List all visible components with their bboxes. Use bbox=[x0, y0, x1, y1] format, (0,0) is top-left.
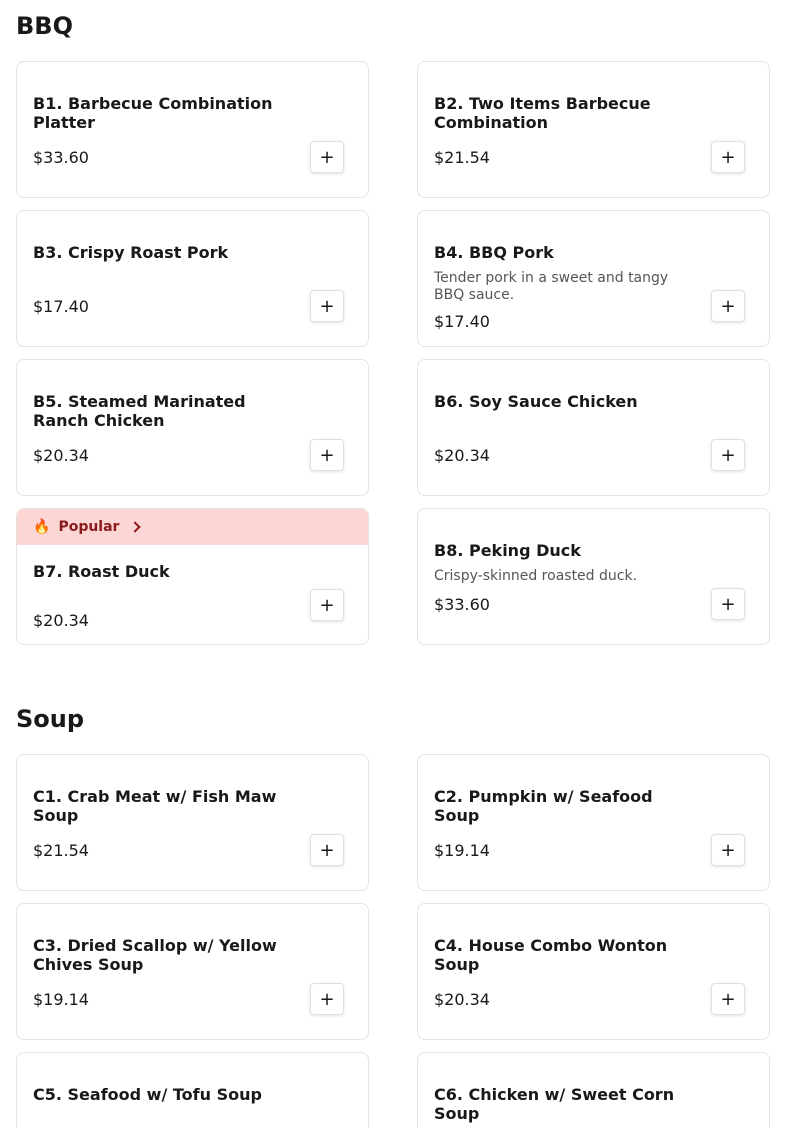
item-price: $20.34 bbox=[434, 446, 490, 465]
item-price: $19.14 bbox=[434, 841, 490, 860]
menu-item-card[interactable]: B6. Soy Sauce Chicken $20.34 + bbox=[417, 359, 770, 496]
add-item-button[interactable]: + bbox=[711, 834, 745, 866]
item-price: $19.14 bbox=[33, 990, 89, 1009]
add-item-button[interactable]: + bbox=[711, 141, 745, 173]
menu-item-card[interactable]: B5. Steamed Marinated Ranch Chicken $20.… bbox=[16, 359, 369, 496]
menu-item-card[interactable]: C6. Chicken w/ Sweet Corn Soup bbox=[417, 1052, 770, 1128]
add-item-button[interactable]: + bbox=[310, 983, 344, 1015]
item-price: $21.54 bbox=[434, 148, 490, 167]
item-description: Tender pork in a sweet and tangy BBQ sau… bbox=[434, 270, 669, 303]
item-price: $17.40 bbox=[434, 312, 490, 331]
menu-item-card[interactable]: B2. Two Items Barbecue Combination $21.5… bbox=[417, 61, 770, 198]
item-price: $17.40 bbox=[33, 297, 89, 316]
menu-item-card[interactable]: C2. Pumpkin w/ Seafood Soup $19.14 + bbox=[417, 754, 770, 891]
soup-section-title: Soup bbox=[16, 705, 85, 733]
item-price: $21.54 bbox=[33, 841, 89, 860]
item-name: B7. Roast Duck bbox=[33, 562, 170, 581]
item-price: $33.60 bbox=[434, 595, 490, 614]
add-item-button[interactable]: + bbox=[711, 439, 745, 471]
add-item-button[interactable]: + bbox=[310, 290, 344, 322]
menu-item-card[interactable]: C3. Dried Scallop w/ Yellow Chives Soup … bbox=[16, 903, 369, 1040]
add-item-button[interactable]: + bbox=[711, 588, 745, 620]
item-name: C2. Pumpkin w/ Seafood Soup bbox=[434, 787, 653, 825]
bbq-section-title: BBQ bbox=[16, 12, 73, 40]
item-name: B3. Crispy Roast Pork bbox=[33, 243, 229, 262]
item-description: Crispy-skinned roasted duck. bbox=[434, 568, 638, 584]
item-name: B5. Steamed Marinated Ranch Chicken bbox=[33, 392, 246, 430]
add-item-button[interactable]: + bbox=[711, 290, 745, 322]
menu-item-card[interactable]: C4. House Combo Wonton Soup $20.34 + bbox=[417, 903, 770, 1040]
item-name: C6. Chicken w/ Sweet Corn Soup bbox=[434, 1085, 675, 1123]
item-price: $20.34 bbox=[434, 990, 490, 1009]
item-name: B4. BBQ Pork bbox=[434, 243, 554, 262]
item-name: C5. Seafood w/ Tofu Soup bbox=[33, 1085, 262, 1104]
item-name: C1. Crab Meat w/ Fish Maw Soup bbox=[33, 787, 277, 825]
add-item-button[interactable]: + bbox=[310, 439, 344, 471]
item-name: B2. Two Items Barbecue Combination bbox=[434, 94, 651, 132]
add-item-button[interactable]: + bbox=[310, 589, 344, 621]
item-price: $20.34 bbox=[33, 611, 89, 630]
menu-item-card[interactable]: C5. Seafood w/ Tofu Soup bbox=[16, 1052, 369, 1128]
menu-item-card[interactable]: B4. BBQ Pork Tender pork in a sweet and … bbox=[417, 210, 770, 347]
menu-item-card[interactable]: B8. Peking Duck Crispy-skinned roasted d… bbox=[417, 508, 770, 645]
item-price: $20.34 bbox=[33, 446, 89, 465]
item-name: B8. Peking Duck bbox=[434, 541, 581, 560]
add-item-button[interactable]: + bbox=[711, 983, 745, 1015]
add-item-button[interactable]: + bbox=[310, 834, 344, 866]
add-item-button[interactable]: + bbox=[310, 141, 344, 173]
menu-item-card[interactable]: B3. Crispy Roast Pork $17.40 + bbox=[16, 210, 369, 347]
item-name: B6. Soy Sauce Chicken bbox=[434, 392, 638, 411]
item-name: C4. House Combo Wonton Soup bbox=[434, 936, 668, 974]
item-name: B1. Barbecue Combination Platter bbox=[33, 94, 273, 132]
item-name: C3. Dried Scallop w/ Yellow Chives Soup bbox=[33, 936, 277, 974]
menu-item-card[interactable]: B1. Barbecue Combination Platter $33.60 … bbox=[16, 61, 369, 198]
menu-item-card[interactable]: C1. Crab Meat w/ Fish Maw Soup $21.54 + bbox=[16, 754, 369, 891]
item-price: $33.60 bbox=[33, 148, 89, 167]
menu-item-card[interactable]: 🔥 Popular B7. Roast Duck $20.34 + bbox=[16, 508, 369, 645]
